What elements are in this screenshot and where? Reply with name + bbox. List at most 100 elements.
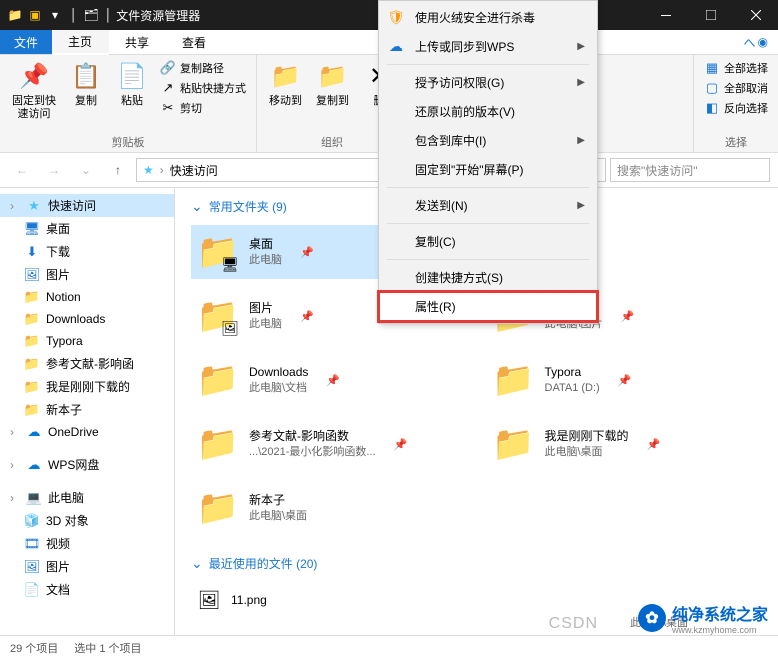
menu-item-label: 上传或同步到WPS bbox=[415, 38, 514, 55]
window-title: 文件资源管理器 bbox=[116, 7, 200, 24]
paste-button[interactable]: 📄 粘贴 bbox=[112, 59, 152, 110]
menu-item-上传或同步到WPS[interactable]: ☁ 上传或同步到WPS ▶ bbox=[379, 32, 597, 61]
copy-to-button[interactable]: 📁 复制到 bbox=[312, 59, 353, 110]
sidebar-item-桌面[interactable]: 🖥 桌面 bbox=[0, 217, 174, 240]
sidebar-item-快速访问[interactable]: ›★快速访问 bbox=[0, 194, 174, 217]
menu-item-复制(C)[interactable]: 复制(C) bbox=[379, 227, 597, 256]
sidebar-item-label: 下载 bbox=[46, 243, 70, 260]
cloud-icon: ☁ bbox=[387, 38, 405, 56]
sidebar-item-此电脑[interactable]: ›💻此电脑 bbox=[0, 486, 174, 509]
sidebar-item-label: 快速访问 bbox=[48, 197, 96, 214]
download-icon: ⬇ bbox=[24, 244, 40, 260]
pin-icon: 📌 bbox=[621, 310, 635, 323]
brand-watermark: ✿ 纯净系统之家 www.kzmyhome.com bbox=[638, 601, 768, 635]
folder-icon: 📁 bbox=[24, 379, 40, 395]
menu-item-label: 固定到"开始"屏幕(P) bbox=[415, 161, 524, 178]
tile-sub: ...\2021-最小化影响函数... bbox=[249, 445, 376, 460]
sidebar-item-label: OneDrive bbox=[48, 425, 99, 439]
sidebar-item-label: 新本子 bbox=[46, 401, 82, 418]
qat-icon-2[interactable]: ▾ bbox=[46, 6, 64, 24]
pin-icon: 📌 bbox=[300, 246, 314, 259]
sidebar-item-label: 此电脑 bbox=[48, 489, 84, 506]
tile-name: Typora bbox=[545, 364, 600, 381]
pictures-icon: 🖼 bbox=[24, 559, 40, 575]
folder-tile[interactable]: 📁我是刚刚下载的此电脑\桌面📌 bbox=[487, 417, 763, 471]
cut-button[interactable]: ✂剪切 bbox=[158, 99, 248, 117]
move-to-button[interactable]: 📁 移动到 bbox=[265, 59, 306, 110]
tab-home[interactable]: 主页 bbox=[52, 30, 109, 55]
folder-tile[interactable]: 📁TyporaDATA1 (D:)📌 bbox=[487, 353, 763, 407]
sidebar-item-文档[interactable]: 📄文档 bbox=[0, 578, 174, 601]
folder-tile[interactable]: 📁参考文献-影响函数...\2021-最小化影响函数...📌 bbox=[191, 417, 467, 471]
nav-recent-button[interactable]: ⌄ bbox=[72, 157, 100, 183]
qat-icon-1[interactable]: ▣ bbox=[26, 6, 44, 24]
sidebar-item-label: 图片 bbox=[46, 558, 70, 575]
pin-icon: 📌 bbox=[326, 374, 340, 387]
nav-up-button[interactable]: ↑ bbox=[104, 157, 132, 183]
sidebar-item-WPS网盘[interactable]: ›☁WPS网盘 bbox=[0, 453, 174, 476]
pin-to-quick-access-button[interactable]: 📌 固定到快 速访问 bbox=[8, 59, 60, 123]
menu-item-包含到库中(I)[interactable]: 包含到库中(I)▶ bbox=[379, 126, 597, 155]
breadcrumb[interactable]: 快速访问 bbox=[170, 162, 218, 179]
sidebar-item-Typora[interactable]: 📁Typora bbox=[0, 330, 174, 352]
sidebar-item-我是刚刚下载的[interactable]: 📁我是刚刚下载的 bbox=[0, 375, 174, 398]
folder-icon: 📁 bbox=[197, 359, 239, 401]
menu-item-授予访问权限(G)[interactable]: 授予访问权限(G)▶ bbox=[379, 68, 597, 97]
sidebar-item-Downloads[interactable]: 📁Downloads bbox=[0, 308, 174, 330]
sidebar-item-label: 图片 bbox=[46, 266, 70, 283]
folder-tile[interactable]: 📁新本子此电脑\桌面 bbox=[191, 481, 467, 535]
brand-icon: ✿ bbox=[638, 604, 666, 632]
sidebar-item-图片[interactable]: 🖼 图片 bbox=[0, 555, 174, 578]
folder-tile[interactable]: 📁Downloads此电脑\文档📌 bbox=[191, 353, 467, 407]
sidebar-item-3D 对象[interactable]: 🧊3D 对象 bbox=[0, 509, 174, 532]
chevron-right-icon: ▶ bbox=[577, 77, 585, 88]
sidebar-item-OneDrive[interactable]: ›☁OneDrive bbox=[0, 421, 174, 443]
menu-item-属性(R)[interactable]: 属性(R) bbox=[379, 292, 597, 321]
menu-item-label: 还原以前的版本(V) bbox=[415, 103, 515, 120]
tab-share[interactable]: 共享 bbox=[109, 30, 166, 54]
ribbon-help[interactable]: へ ◉ bbox=[734, 30, 778, 54]
sidebar-item-视频[interactable]: 🎞视频 bbox=[0, 532, 174, 555]
menu-item-还原以前的版本(V)[interactable]: 还原以前的版本(V) bbox=[379, 97, 597, 126]
paste-shortcut-button[interactable]: ↗粘贴快捷方式 bbox=[158, 79, 248, 97]
tile-name: 我是刚刚下载的 bbox=[545, 428, 629, 445]
select-all-button[interactable]: ▦全部选择 bbox=[702, 59, 770, 77]
chevron-right-icon: ▶ bbox=[577, 41, 585, 52]
menu-item-label: 属性(R) bbox=[415, 298, 456, 315]
tile-name: 新本子 bbox=[249, 492, 307, 509]
minimize-button[interactable] bbox=[643, 0, 688, 30]
copy-path-button[interactable]: 🔗复制路径 bbox=[158, 59, 248, 77]
close-button[interactable] bbox=[733, 0, 778, 30]
invert-selection-button[interactable]: ◧反向选择 bbox=[702, 99, 770, 117]
breadcrumb-chevron[interactable]: › bbox=[160, 163, 164, 177]
tab-view[interactable]: 查看 bbox=[166, 30, 223, 54]
app-icon: 📁 bbox=[6, 6, 24, 24]
tile-name: 桌面 bbox=[249, 236, 282, 253]
sidebar-item-下载[interactable]: ⬇ 下载 bbox=[0, 240, 174, 263]
sidebar-item-参考文献-影响函[interactable]: 📁参考文献-影响函 bbox=[0, 352, 174, 375]
tab-file[interactable]: 文件 bbox=[0, 30, 52, 54]
menu-item-固定到"开始"屏幕(P)[interactable]: 固定到"开始"屏幕(P) bbox=[379, 155, 597, 184]
menu-item-使用火绒安全进行杀毒[interactable]: 🛡使用火绒安全进行杀毒 bbox=[379, 3, 597, 32]
sidebar-item-图片[interactable]: 🖼图片 bbox=[0, 263, 174, 286]
sidebar-item-Notion[interactable]: 📁Notion bbox=[0, 286, 174, 308]
desktop-icon: 🖥 bbox=[24, 221, 40, 237]
file-name: 11.png bbox=[231, 593, 267, 607]
explorer-icon: 🗂 bbox=[84, 8, 99, 22]
recent-files-header[interactable]: 最近使用的文件 (20) bbox=[191, 555, 762, 572]
sidebar-item-label: 桌面 bbox=[46, 220, 70, 237]
chevron-right-icon: ▶ bbox=[577, 135, 585, 146]
separator: │ bbox=[105, 8, 113, 22]
folder-icon: 📁🖼 bbox=[197, 295, 239, 337]
search-input[interactable]: 搜索"快速访问" bbox=[610, 158, 770, 182]
copy-button[interactable]: 📋 复制 bbox=[66, 59, 106, 110]
nav-back-button[interactable]: ← bbox=[8, 157, 36, 183]
sidebar-item-label: 视频 bbox=[46, 535, 70, 552]
menu-item-创建快捷方式(S)[interactable]: 创建快捷方式(S) bbox=[379, 263, 597, 292]
nav-forward-button[interactable]: → bbox=[40, 157, 68, 183]
maximize-button[interactable] bbox=[688, 0, 733, 30]
pc-icon: 💻 bbox=[26, 490, 42, 506]
sidebar-item-新本子[interactable]: 📁新本子 bbox=[0, 398, 174, 421]
menu-item-发送到(N)[interactable]: 发送到(N)▶ bbox=[379, 191, 597, 220]
select-none-button[interactable]: ▢全部取消 bbox=[702, 79, 770, 97]
